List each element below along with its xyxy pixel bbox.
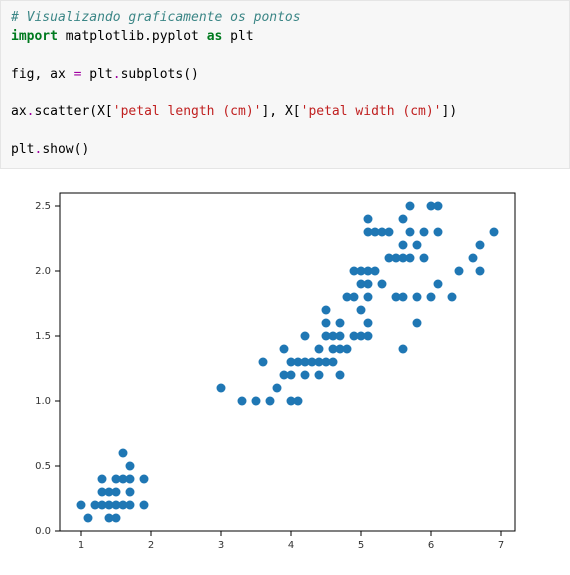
scatter-point (378, 279, 387, 288)
x-tick-label: 7 (498, 540, 504, 551)
scatter-point (112, 513, 121, 522)
scatter-point (238, 396, 247, 405)
scatter-point (315, 344, 324, 353)
scatter-point (294, 396, 303, 405)
y-tick-label: 1.5 (35, 331, 51, 342)
code-text: show() (42, 142, 89, 157)
x-tick-label: 3 (218, 540, 224, 551)
scatter-point (336, 370, 345, 379)
scatter-point (77, 500, 86, 509)
scatter-point (476, 240, 485, 249)
code-text: plt (81, 67, 112, 82)
scatter-point (336, 318, 345, 327)
scatter-point (364, 279, 373, 288)
scatter-point (434, 227, 443, 236)
scatter-point (413, 240, 422, 249)
x-tick-label: 5 (358, 540, 364, 551)
scatter-point (448, 292, 457, 301)
code-str: 'petal width (cm)' (301, 104, 442, 119)
scatter-point (434, 201, 443, 210)
x-tick-label: 1 (78, 540, 84, 551)
scatter-point (287, 370, 296, 379)
y-tick-label: 2.0 (35, 266, 51, 277)
scatter-point (84, 513, 93, 522)
scatter-point (252, 396, 261, 405)
scatter-point (399, 240, 408, 249)
scatter-point (357, 305, 366, 314)
scatter-point (126, 487, 135, 496)
scatter-point (469, 253, 478, 262)
y-tick-label: 1.0 (35, 396, 51, 407)
scatter-point (413, 292, 422, 301)
code-comment: # Visualizando graficamente os pontos (11, 10, 301, 25)
scatter-point (119, 448, 128, 457)
scatter-point (322, 318, 331, 327)
code-text: matplotlib.pyplot (58, 29, 207, 44)
code-text: ax (11, 104, 27, 119)
scatter-point (322, 305, 331, 314)
scatter-point (140, 500, 149, 509)
code-text: scatter(X[ (34, 104, 112, 119)
scatter-point (399, 214, 408, 223)
scatter-point (98, 474, 107, 483)
scatter-point (273, 383, 282, 392)
scatter-point (266, 396, 275, 405)
scatter-point (140, 474, 149, 483)
y-tick-label: 0.0 (35, 526, 51, 537)
code-text: plt (222, 29, 253, 44)
scatter-point (217, 383, 226, 392)
scatter-point (399, 344, 408, 353)
scatter-point (420, 253, 429, 262)
scatter-point (427, 292, 436, 301)
y-tick-label: 0.5 (35, 461, 51, 472)
code-op-dot: . (113, 67, 121, 82)
scatter-point (126, 461, 135, 470)
scatter-point (315, 370, 324, 379)
scatter-point (259, 357, 268, 366)
code-kw-import: import (11, 29, 58, 44)
y-tick-label: 2.5 (35, 201, 51, 212)
scatter-point (406, 201, 415, 210)
code-str: 'petal length (cm)' (113, 104, 262, 119)
scatter-point (371, 266, 380, 275)
x-tick-label: 2 (148, 540, 154, 551)
scatter-point (364, 318, 373, 327)
code-text: ]) (442, 104, 458, 119)
scatter-point (350, 292, 359, 301)
scatter-plot: 1 2 3 4 5 6 7 0.0 0.5 1.0 1.5 2.0 2.5 (10, 181, 530, 561)
scatter-point (343, 344, 352, 353)
code-text: ], X[ (261, 104, 300, 119)
scatter-point (385, 227, 394, 236)
scatter-point (280, 344, 289, 353)
scatter-point (434, 279, 443, 288)
scatter-point (126, 474, 135, 483)
scatter-point (490, 227, 499, 236)
scatter-point (364, 292, 373, 301)
scatter-point (413, 318, 422, 327)
scatter-point (126, 500, 135, 509)
scatter-point (364, 214, 373, 223)
code-text: plt (11, 142, 34, 157)
scatter-point (455, 266, 464, 275)
chart-output: 1 2 3 4 5 6 7 0.0 0.5 1.0 1.5 2.0 2.5 (0, 181, 570, 561)
code-text: subplots() (121, 67, 199, 82)
scatter-point (336, 331, 345, 340)
scatter-point (301, 331, 310, 340)
scatter-point (329, 357, 338, 366)
scatter-point (364, 331, 373, 340)
x-tick-label: 6 (428, 540, 434, 551)
scatter-point (301, 370, 310, 379)
x-tick-label: 4 (288, 540, 294, 551)
code-kw-as: as (207, 29, 223, 44)
code-cell: # Visualizando graficamente os pontos im… (0, 0, 570, 169)
scatter-point (406, 227, 415, 236)
code-text: fig, ax (11, 67, 74, 82)
scatter-point (476, 266, 485, 275)
scatter-point (420, 227, 429, 236)
scatter-point (406, 253, 415, 262)
scatter-point (112, 487, 121, 496)
scatter-point (399, 292, 408, 301)
